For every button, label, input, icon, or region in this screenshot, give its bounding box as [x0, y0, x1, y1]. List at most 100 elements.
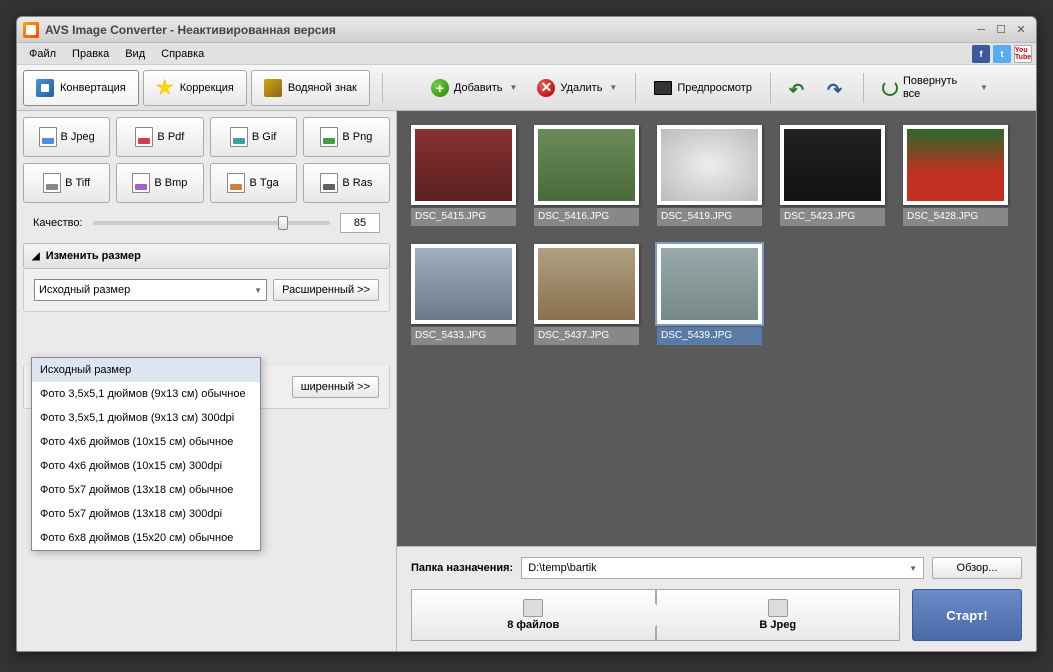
thumbnail-image	[534, 244, 639, 324]
resize-option[interactable]: Фото 5x7 дюймов (13x18 см) 300dpi	[32, 502, 260, 526]
destination-label: Папка назначения:	[411, 562, 513, 574]
tab-convert[interactable]: Конвертация	[23, 70, 139, 106]
resize-option[interactable]: Фото 5x7 дюймов (13x18 см) обычное	[32, 478, 260, 502]
menubar: Файл Правка Вид Справка f t YouTube	[17, 43, 1036, 65]
facebook-icon[interactable]: f	[972, 45, 990, 63]
menu-help[interactable]: Справка	[153, 45, 212, 63]
thumbnail-image	[534, 125, 639, 205]
thumbnail-card[interactable]: DSC_5437.JPG	[534, 244, 639, 345]
quality-label: Качество:	[33, 217, 83, 229]
chevron-down-icon: ▼	[909, 564, 917, 573]
x-icon: ✕	[537, 79, 555, 97]
thumbnail-image	[411, 244, 516, 324]
thumbnail-label: DSC_5433.JPG	[411, 327, 516, 345]
watermark-icon	[264, 79, 282, 97]
thumbnail-card[interactable]: DSC_5423.JPG	[780, 125, 885, 226]
convert-icon	[36, 79, 54, 97]
undo-icon	[789, 80, 807, 96]
thumbnail-label: DSC_5437.JPG	[534, 327, 639, 345]
thumbnail-label: DSC_5416.JPG	[534, 208, 639, 226]
ras-icon	[320, 173, 338, 193]
thumbnail-card[interactable]: DSC_5419.JPG	[657, 125, 762, 226]
delete-button[interactable]: ✕ Удалить ▼	[527, 72, 627, 104]
left-panel: В Jpeg В Pdf В Gif В Png В Tiff В Bmp В …	[17, 111, 397, 651]
quality-input[interactable]	[340, 213, 380, 233]
resize-section-body: Исходный размер ▼ Расширенный >>	[23, 269, 390, 312]
rotate-all-button[interactable]: Повернуть все ▼	[872, 72, 998, 104]
pdf-icon	[135, 127, 153, 147]
thumbnail-image	[657, 244, 762, 324]
tiff-icon	[43, 173, 61, 193]
resize-option[interactable]: Фото 4x6 дюймов (10x15 см) обычное	[32, 430, 260, 454]
chevron-down-icon: ▼	[609, 83, 617, 92]
quality-row: Качество:	[23, 209, 390, 237]
format-icon	[768, 599, 788, 617]
format-tiff-button[interactable]: В Tiff	[23, 163, 110, 203]
thumbnail-card[interactable]: DSC_5416.JPG	[534, 125, 639, 226]
destination-input[interactable]: D:\temp\bartik ▼	[521, 557, 924, 579]
resize-option[interactable]: Фото 3,5x5,1 дюймов (9x13 см) обычное	[32, 382, 260, 406]
add-button[interactable]: + Добавить ▼	[421, 72, 528, 104]
tab-watermark[interactable]: Водяной знак	[251, 70, 370, 106]
png-icon	[320, 127, 338, 147]
summary-format-step: В Jpeg	[656, 589, 901, 641]
chevron-down-icon: ▼	[254, 286, 262, 295]
thumbnail-image	[903, 125, 1008, 205]
maximize-button[interactable]: ☐	[992, 22, 1010, 38]
resize-option[interactable]: Фото 3,5x5,1 дюймов (9x13 см) 300dpi	[32, 406, 260, 430]
plus-icon: +	[431, 79, 449, 97]
menu-file[interactable]: Файл	[21, 45, 64, 63]
tab-correct[interactable]: Коррекция	[143, 70, 247, 106]
summary-files-step: 8 файлов	[411, 589, 656, 641]
start-button[interactable]: Старт!	[912, 589, 1022, 641]
gif-icon	[230, 127, 248, 147]
thumbnail-card[interactable]: DSC_5428.JPG	[903, 125, 1008, 226]
browse-button[interactable]: Обзор...	[932, 557, 1022, 579]
format-bmp-button[interactable]: В Bmp	[116, 163, 203, 203]
format-gif-button[interactable]: В Gif	[210, 117, 297, 157]
app-icon	[23, 22, 39, 38]
thumbnail-area[interactable]: DSC_5415.JPGDSC_5416.JPGDSC_5419.JPGDSC_…	[397, 111, 1036, 546]
undo-button[interactable]	[779, 72, 817, 104]
format-jpeg-button[interactable]: В Jpeg	[23, 117, 110, 157]
thumbnail-label: DSC_5428.JPG	[903, 208, 1008, 226]
menu-view[interactable]: Вид	[117, 45, 153, 63]
window-title: AVS Image Converter - Неактивированная в…	[45, 23, 336, 37]
format-grid: В Jpeg В Pdf В Gif В Png В Tiff В Bmp В …	[23, 117, 390, 203]
format-png-button[interactable]: В Png	[303, 117, 390, 157]
resize-option[interactable]: Фото 4x6 дюймов (10x15 см) 300dpi	[32, 454, 260, 478]
main-toolbar: Конвертация Коррекция Водяной знак + Доб…	[17, 65, 1036, 111]
redo-icon	[827, 80, 845, 96]
close-button[interactable]: ✕	[1012, 22, 1030, 38]
resize-advanced-button[interactable]: Расширенный >>	[273, 279, 379, 301]
minimize-button[interactable]: ─	[972, 22, 990, 38]
chevron-down-icon: ▼	[980, 83, 988, 92]
menu-edit[interactable]: Правка	[64, 45, 117, 63]
twitter-icon[interactable]: t	[993, 45, 1011, 63]
rename-advanced-button[interactable]: ширенный >>	[292, 376, 379, 398]
thumbnail-card[interactable]: DSC_5439.JPG	[657, 244, 762, 345]
thumbnail-image	[411, 125, 516, 205]
preview-button[interactable]: Предпросмотр	[644, 72, 762, 104]
titlebar: AVS Image Converter - Неактивированная в…	[17, 17, 1036, 43]
rotate-icon	[882, 80, 898, 96]
bottom-bar: Папка назначения: D:\temp\bartik ▼ Обзор…	[397, 546, 1036, 651]
format-tga-button[interactable]: В Tga	[210, 163, 297, 203]
thumbnail-card[interactable]: DSC_5433.JPG	[411, 244, 516, 345]
resize-preset-select[interactable]: Исходный размер ▼	[34, 279, 267, 301]
app-window: AVS Image Converter - Неактивированная в…	[16, 16, 1037, 652]
resize-section-header[interactable]: ◢ Изменить размер	[23, 243, 390, 269]
quality-slider[interactable]	[93, 221, 330, 225]
redo-button[interactable]	[817, 72, 855, 104]
bmp-icon	[132, 173, 150, 193]
youtube-icon[interactable]: YouTube	[1014, 45, 1032, 63]
jpeg-icon	[39, 127, 57, 147]
thumbnail-image	[657, 125, 762, 205]
resize-option[interactable]: Исходный размер	[32, 358, 260, 382]
resize-option[interactable]: Фото 6x8 дюймов (15x20 см) обычное	[32, 526, 260, 550]
format-pdf-button[interactable]: В Pdf	[116, 117, 203, 157]
star-icon	[156, 79, 174, 97]
thumbnail-image	[780, 125, 885, 205]
format-ras-button[interactable]: В Ras	[303, 163, 390, 203]
thumbnail-card[interactable]: DSC_5415.JPG	[411, 125, 516, 226]
